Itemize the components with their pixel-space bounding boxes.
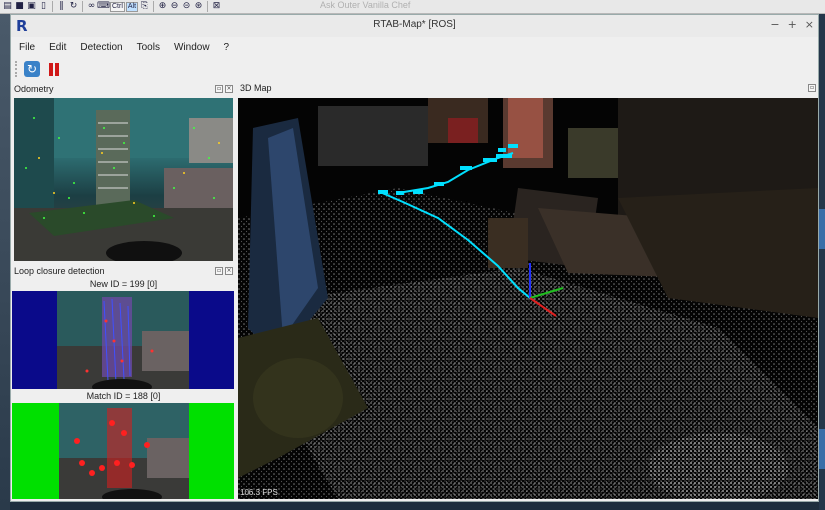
float-dock-button[interactable]: ▫ [808,84,816,92]
odometry-scene [14,98,233,261]
copy-icon[interactable]: ⎘ [139,1,150,12]
refresh-icon[interactable]: ↻ [24,61,40,77]
new-image-scene [57,291,189,389]
refresh-icon[interactable]: ↻ [68,1,79,12]
separator [207,1,209,12]
ghost-window-title: Ask Outer Vanilla Chef [320,0,411,10]
point-cloud [238,98,818,499]
odometry-image [14,98,233,261]
separator [153,1,155,12]
menu-bar: File Edit Detection Tools Window ? [11,37,818,57]
new-id-caption: New ID = 199 [0] [89,279,158,289]
zoom-reset-icon[interactable]: ⊝ [181,1,192,12]
zoom-in-icon[interactable]: ⊕ [157,1,168,12]
desktop-right-edge [819,14,825,510]
link-icon[interactable]: ∞ [86,1,97,12]
float-dock-button[interactable]: ▫ [215,267,223,275]
alt-key-button[interactable]: Alt [125,1,139,12]
separator [82,1,83,12]
rtabmap-window: R RTAB-Map* [ROS] − + × File Edit Detect… [10,14,819,502]
close-button[interactable]: × [805,18,814,31]
document-icon[interactable]: ▯ [38,1,49,12]
save-icon[interactable]: ■ [14,1,25,12]
toolbar-grip[interactable] [15,61,18,77]
ctrl-key-button[interactable]: Ctrl [110,1,125,12]
keyboard-icon[interactable]: ⌨ [97,1,110,12]
match-id-caption: Match ID = 188 [0] [86,391,161,401]
fullscreen-icon[interactable]: ⊠ [211,1,222,12]
menu-window[interactable]: Window [174,42,210,53]
dock-buttons: ▫ × [215,85,233,93]
menu-tools[interactable]: Tools [137,42,160,53]
desktop-accent [819,209,825,249]
minimize-button[interactable]: − [770,18,779,31]
loop-closure-dock: Loop closure detection ▫ × New ID = 199 … [11,265,236,501]
zoom-out-icon[interactable]: ⊖ [169,1,180,12]
host-toolbar: ▤ ■ ▣ ▯ ‖ ↻ ∞ ⌨ Ctrl Alt ⎘ ⊕ ⊖ ⊝ ⊛ ⊠ Ask… [0,0,825,14]
pause-icon[interactable]: ‖ [56,1,67,12]
match-image-scene [59,403,189,499]
close-dock-button[interactable]: × [225,267,233,275]
menu-file[interactable]: File [19,42,35,53]
close-dock-button[interactable]: × [225,85,233,93]
desktop-left-edge [0,14,10,510]
loop-closure-title: Loop closure detection [14,266,105,276]
new-image [12,291,234,389]
map3d-view[interactable]: 106.3 FPS [238,98,818,499]
save-all-icon[interactable]: ▣ [26,1,37,12]
separator [52,1,53,12]
window-controls: − + × [770,18,814,31]
title-bar[interactable]: R RTAB-Map* [ROS] − + × [11,15,818,37]
odometry-title: Odometry [14,84,54,94]
pause-icon[interactable] [46,61,62,77]
match-image [12,403,234,499]
maximize-button[interactable]: + [788,18,797,31]
menu-help[interactable]: ? [224,42,230,53]
menu-edit[interactable]: Edit [49,42,66,53]
desktop-accent [819,429,825,469]
zoom-fit-icon[interactable]: ⊛ [193,1,204,12]
dock-buttons: ▫ × [215,267,233,275]
new-icon[interactable]: ▤ [2,1,13,12]
fps-label: 106.3 FPS [240,488,278,497]
map3d-title: 3D Map [240,83,272,93]
main-toolbar: ↻ [11,58,818,80]
menu-detection[interactable]: Detection [80,42,122,53]
window-title: RTAB-Map* [ROS] [373,19,456,30]
float-dock-button[interactable]: ▫ [215,85,223,93]
